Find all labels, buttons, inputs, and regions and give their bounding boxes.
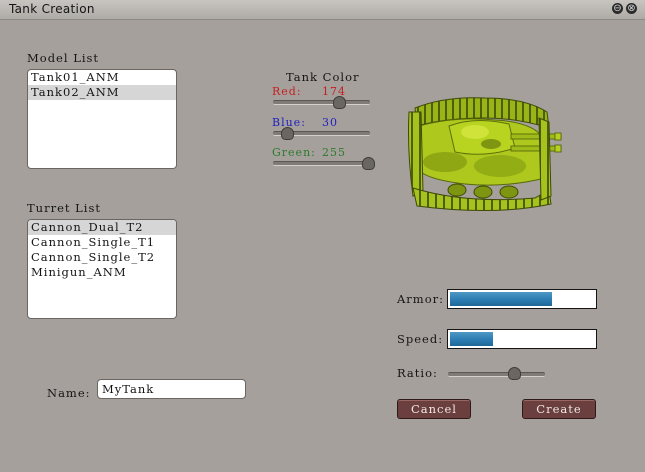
speed-bar [447,329,597,349]
create-button[interactable]: Create [522,399,596,419]
turret-list-item[interactable]: Minigun_ANM [28,265,176,280]
turret-list-item[interactable]: Cannon_Single_T2 [28,250,176,265]
green-label: Green: [272,146,316,159]
tank-creation-window: Tank Creation ⊖ ⊗ Model List Tank01_ANM … [0,0,645,472]
ratio-slider-track[interactable] [448,372,545,377]
model-list-item[interactable]: Tank01_ANM [28,70,176,85]
name-input[interactable]: MyTank [97,379,246,399]
tank-preview-image [408,97,562,212]
armor-bar [447,289,597,309]
blue-value: 30 [322,116,338,129]
armor-label: Armor: [397,292,445,306]
model-list-item-selected[interactable]: Tank02_ANM [28,85,176,100]
blue-slider-thumb[interactable] [281,127,294,140]
title-bar[interactable]: Tank Creation ⊖ ⊗ [0,0,645,20]
ratio-slider-thumb[interactable] [508,367,521,380]
ratio-label: Ratio: [397,366,438,380]
speed-label: Speed: [397,332,444,346]
turret-list-item-selected[interactable]: Cannon_Dual_T2 [28,220,176,235]
green-value: 255 [322,146,346,159]
model-list-label: Model List [27,51,100,65]
cancel-button[interactable]: Cancel [397,399,471,419]
close-icon[interactable]: ⊗ [626,3,637,14]
red-slider-track[interactable] [273,100,370,105]
name-label: Name: [47,386,91,400]
red-slider-thumb[interactable] [333,96,346,109]
tank-color-heading: Tank Color [286,70,360,84]
red-label: Red: [272,85,302,98]
model-listbox[interactable]: Tank01_ANM Tank02_ANM [27,69,177,169]
window-title: Tank Creation [9,2,95,16]
turret-list-item[interactable]: Cannon_Single_T1 [28,235,176,250]
green-slider-track[interactable] [273,161,370,166]
armor-bar-fill [450,292,552,306]
speed-bar-fill [450,332,493,346]
turret-listbox[interactable]: Cannon_Dual_T2 Cannon_Single_T1 Cannon_S… [27,219,177,319]
green-slider-thumb[interactable] [362,157,375,170]
turret-list-label: Turret List [27,201,101,215]
minimize-icon[interactable]: ⊖ [612,3,623,14]
